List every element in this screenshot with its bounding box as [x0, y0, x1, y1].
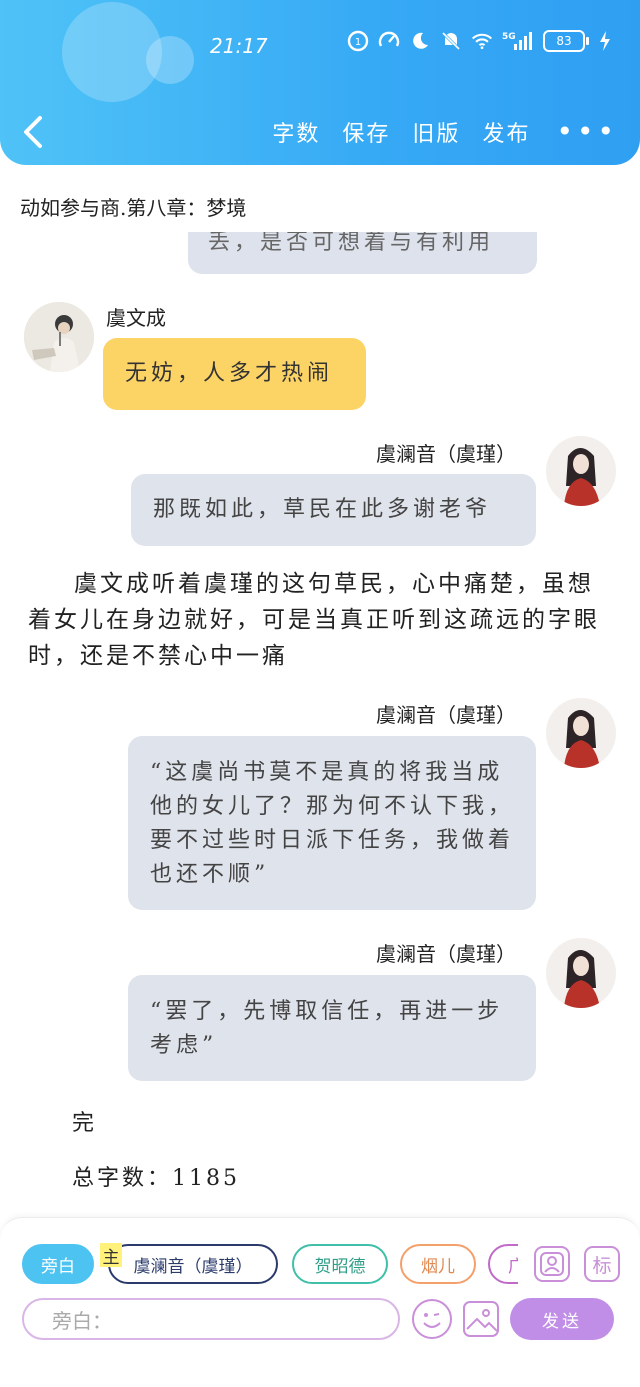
chip-narrator[interactable]: 旁白 [22, 1244, 94, 1284]
5g-signal-icon: 5G [502, 30, 534, 52]
battery-icon: 83 [543, 30, 589, 52]
avatar-yu-wencheng[interactable] [24, 302, 94, 372]
back-button[interactable] [18, 112, 54, 152]
emoji-icon[interactable] [412, 1299, 452, 1339]
speaker-name: 虞澜音（虞瑾） [376, 703, 516, 727]
header-actions: 字数 保存 旧版 发布 ••• [250, 116, 618, 148]
old-version-button[interactable]: 旧版 [412, 116, 460, 148]
avatar-yu-lanyin[interactable] [546, 698, 616, 768]
publish-button[interactable]: 发布 [482, 116, 530, 148]
message-bubble-right[interactable]: “罢了，先博取信任，再进一步考虑” [128, 975, 536, 1081]
speaker-name: 虞澜音（虞瑾） [376, 942, 516, 966]
send-button[interactable]: 发送 [510, 1298, 614, 1340]
status-icons: 1 5G 83 [347, 30, 612, 52]
wifi-icon [471, 30, 493, 52]
save-button[interactable]: 保存 [342, 116, 390, 148]
chapter-title: 动如参与商.第八章：梦境 [20, 196, 247, 220]
chip-yu-lanyin[interactable]: 虞澜音（虞瑾） [108, 1244, 278, 1284]
total-word-count: 总字数：1185 [72, 1166, 240, 1191]
character-icon[interactable] [534, 1246, 570, 1282]
narration-paragraph[interactable]: 虞文成听着虞瑾的这句草民，心中痛楚，虽想着女儿在身边就好，可是当真正听到这疏远的… [28, 566, 618, 674]
battery-level: 83 [543, 30, 585, 52]
charging-icon [598, 30, 612, 52]
end-marker: 完 [72, 1111, 98, 1136]
svg-text:1: 1 [355, 37, 361, 48]
more-dots-icon[interactable]: ••• [556, 118, 618, 146]
word-count-button[interactable]: 字数 [272, 116, 320, 148]
previous-message-bubble[interactable]: 丢，是否可想着与有利用 [188, 232, 537, 274]
speaker-name: 虞文成 [106, 306, 166, 330]
character-chips: 旁白 虞澜音（虞瑾） 贺昭德 烟儿 广 [22, 1244, 518, 1284]
speed-icon [378, 30, 400, 52]
avatar-yu-lanyin[interactable] [546, 938, 616, 1008]
label-icon[interactable]: 标 [584, 1246, 620, 1282]
data-saver-icon: 1 [347, 30, 369, 52]
message-input[interactable]: 旁白： [22, 1298, 400, 1340]
message-bubble-right[interactable]: “这虞尚书莫不是真的将我当成他的女儿了？那为何不认下我，要不过些时日派下任务，我… [128, 736, 536, 910]
chip-he-zhaode[interactable]: 贺昭德 [292, 1244, 388, 1284]
previous-message-text: 丢，是否可想着与有利用 [208, 232, 495, 255]
message-bubble-left[interactable]: 无妨，人多才热闹 [103, 338, 366, 410]
main-character-tag: 主 [100, 1243, 122, 1268]
speaker-name: 虞澜音（虞瑾） [376, 442, 516, 466]
avatar-yu-lanyin[interactable] [546, 436, 616, 506]
moon-icon [409, 30, 431, 52]
svg-text:5G: 5G [502, 32, 516, 42]
chevron-left-icon [24, 116, 42, 148]
mute-bell-icon [440, 30, 462, 52]
decor-bubble-small [146, 36, 194, 84]
status-time: 21:17 [210, 34, 268, 58]
chip-yan-er[interactable]: 烟儿 [400, 1244, 476, 1284]
app-header: 21:17 1 5G 83 字数 保存 旧版 发布 ••• [0, 0, 640, 165]
image-icon[interactable] [463, 1301, 499, 1337]
message-bubble-right[interactable]: 那既如此，草民在此多谢老爷 [131, 474, 536, 546]
chip-more-character[interactable]: 广 [488, 1244, 518, 1284]
